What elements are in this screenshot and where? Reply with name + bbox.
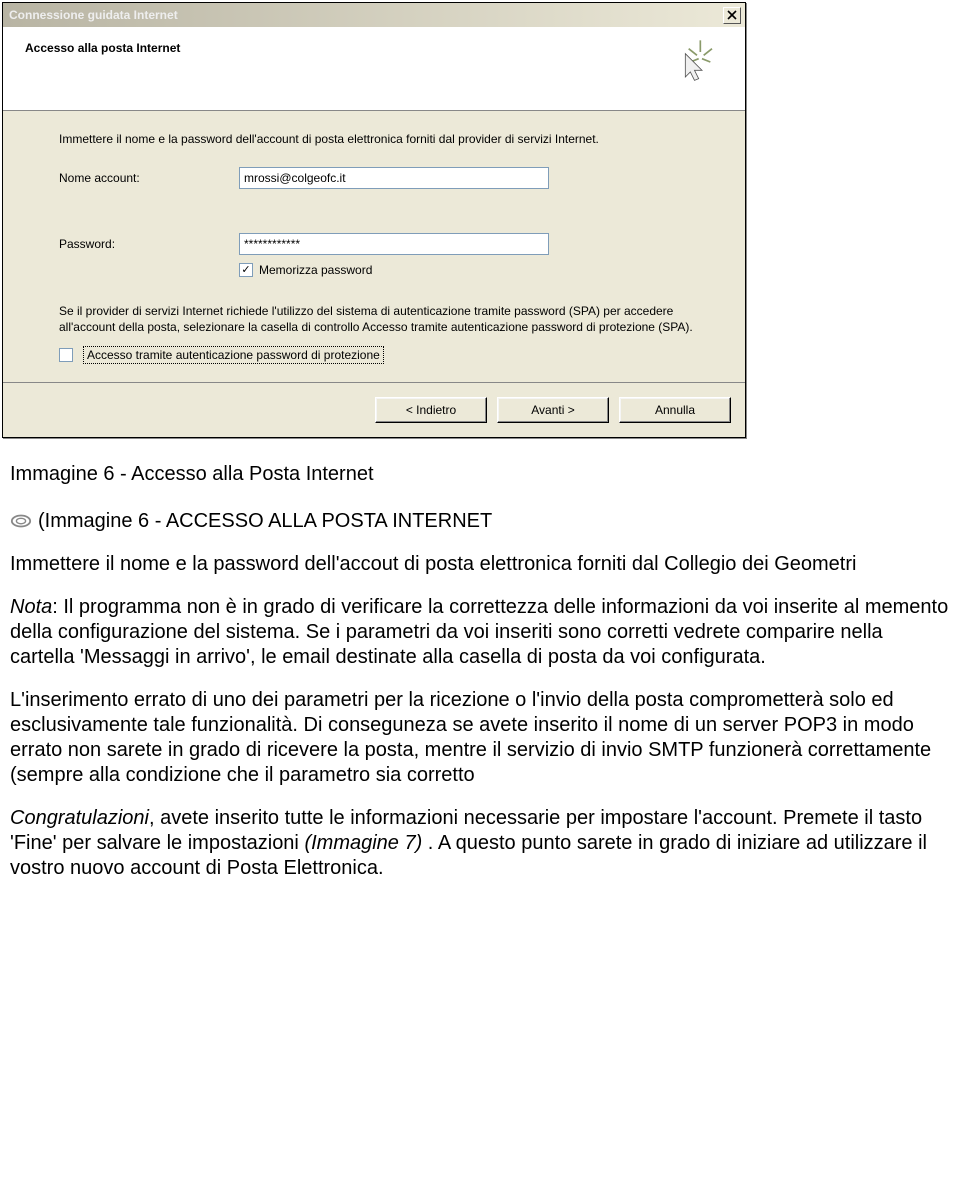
password-row: Password: [59,233,721,255]
remember-row: ✓ Memorizza password [239,263,721,277]
doc-para-4-ref: (Immagine 7) [304,832,422,854]
nota-prefix: Nota [10,596,52,618]
password-input[interactable] [239,233,549,255]
account-input[interactable] [239,167,549,189]
account-row: Nome account: [59,167,721,189]
congrats-prefix: Congratulazioni [10,807,149,829]
spa-checkbox[interactable] [59,348,73,362]
back-button[interactable]: < Indietro [375,397,487,423]
cancel-button[interactable]: Annulla [619,397,731,423]
doc-para-1: Immettere il nome e la password dell'acc… [10,552,950,577]
titlebar: Connessione guidata Internet [3,3,745,27]
close-button[interactable] [723,7,741,24]
button-bar: < Indietro Avanti > Annulla [3,383,745,437]
doc-subtitle-row: (Immagine 6 - ACCESSO ALLA POSTA INTERNE… [10,509,950,534]
sparkle-cursor-icon [667,37,717,87]
wizard-dialog: Connessione guidata Internet Accesso all… [2,2,746,438]
dialog-body: Immettere il nome e la password dell'acc… [3,111,745,378]
document-body: Immagine 6 - Accesso alla Posta Internet… [0,438,960,909]
window-title: Connessione guidata Internet [9,8,178,22]
account-label: Nome account: [59,171,239,185]
doc-para-2: Nota: Il programma non è in grado di ver… [10,595,950,670]
spa-text: Se il provider di servizi Internet richi… [59,303,721,335]
header: Accesso alla posta Internet [3,27,745,111]
close-icon [727,10,737,20]
figure-caption: Immagine 6 - Accesso alla Posta Internet [10,462,950,487]
ring-icon [10,510,32,532]
spa-label: Accesso tramite autenticazione password … [83,346,384,364]
header-title: Accesso alla posta Internet [25,41,723,55]
password-label: Password: [59,237,239,251]
spa-row: Accesso tramite autenticazione password … [59,346,721,364]
next-button[interactable]: Avanti > [497,397,609,423]
doc-para-4: Congratulazioni, avete inserito tutte le… [10,806,950,881]
intro-text: Immettere il nome e la password dell'acc… [59,131,721,147]
doc-para-2-rest: : Il programma non è in grado di verific… [10,596,948,668]
remember-checkbox[interactable]: ✓ [239,263,253,277]
remember-label: Memorizza password [259,263,372,277]
doc-subtitle: (Immagine 6 - ACCESSO ALLA POSTA INTERNE… [38,509,492,534]
doc-para-3: L'inserimento errato di uno dei parametr… [10,688,950,788]
